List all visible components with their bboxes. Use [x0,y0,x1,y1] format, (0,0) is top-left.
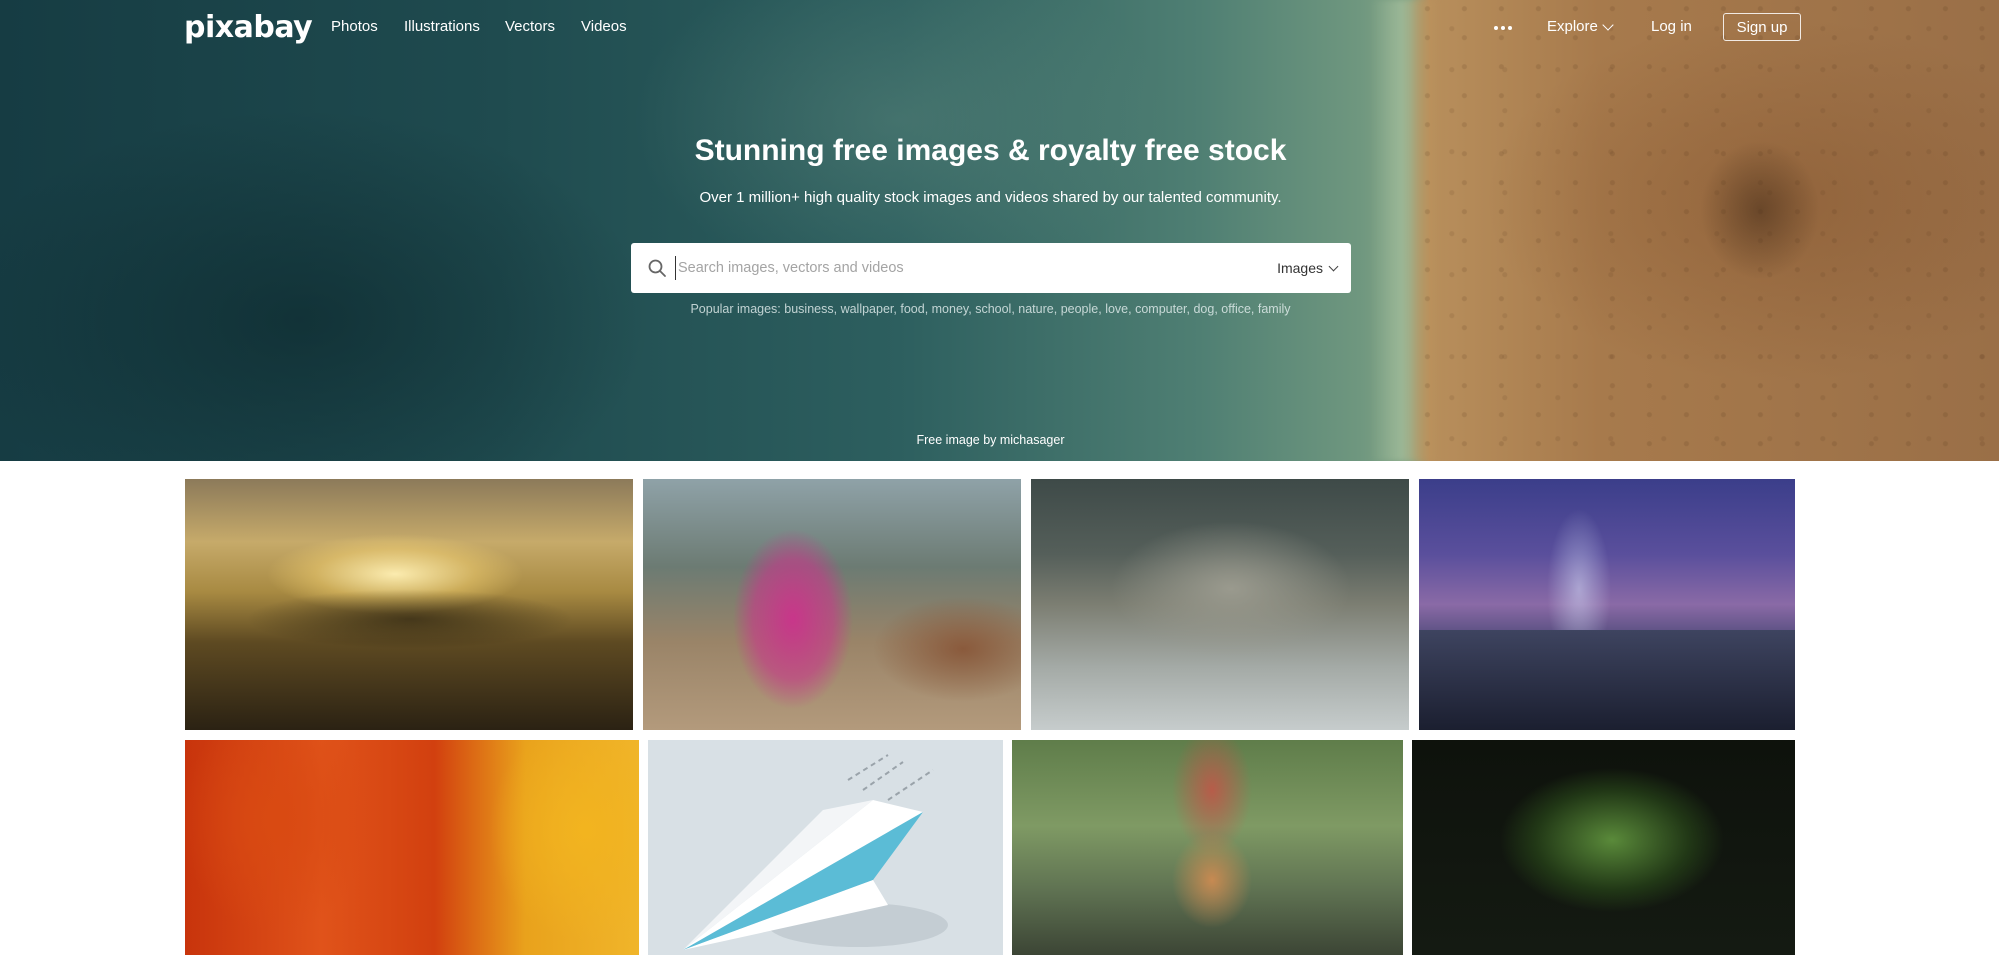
pixabay-logo[interactable]: pixabay [184,10,313,45]
nav-link-illustrations[interactable]: Illustrations [404,18,480,35]
hero-subtitle: Over 1 million+ high quality stock image… [699,189,1282,206]
image-tile[interactable] [648,740,1003,955]
popular-tag[interactable]: office [1221,302,1251,316]
hero-image-credit[interactable]: Free image by michasager [0,433,1981,447]
image-tile[interactable] [643,479,1021,730]
nav-link-vectors[interactable]: Vectors [505,18,555,35]
search-input[interactable] [675,256,1235,280]
paper-plane-illustration [683,754,948,950]
search-type-label: Images [1277,260,1323,276]
popular-tag[interactable]: family [1258,302,1291,316]
hero-title: Stunning free images & royalty free stoc… [694,134,1287,167]
popular-tag[interactable]: business [784,302,833,316]
popular-tag[interactable]: love [1105,302,1128,316]
nav-link-photos[interactable]: Photos [331,18,378,35]
image-tile[interactable] [1012,740,1403,955]
signup-button[interactable]: Sign up [1723,13,1801,41]
search-bar: Images [631,243,1351,293]
top-nav: pixabay Photos Illustrations Vectors Vid… [0,0,1999,56]
popular-label: Popular images: [690,302,781,316]
search-type-select[interactable]: Images [1277,260,1339,276]
login-link[interactable]: Log in [1651,18,1692,35]
popular-tag[interactable]: people [1061,302,1099,316]
explore-label: Explore [1547,18,1598,35]
nav-link-videos[interactable]: Videos [581,18,627,35]
popular-tags: Popular images: business, wallpaper, foo… [690,302,1291,316]
popular-tag[interactable]: food [900,302,924,316]
popular-tag[interactable]: school [975,302,1011,316]
image-tile[interactable] [1031,479,1409,730]
popular-tag[interactable]: nature [1018,302,1053,316]
popular-tag[interactable]: dog [1193,302,1214,316]
image-tile[interactable] [185,740,639,955]
image-tile[interactable] [185,479,633,730]
search-icon[interactable] [647,258,667,278]
popular-tag[interactable]: computer [1135,302,1186,316]
hero-banner: pixabay Photos Illustrations Vectors Vid… [0,0,1999,461]
chevron-down-icon [1328,261,1339,271]
popular-tag[interactable]: wallpaper [841,302,894,316]
chevron-down-icon [1602,18,1614,31]
image-tile[interactable] [1419,479,1795,730]
explore-menu[interactable]: Explore [1547,18,1614,35]
more-dots-icon[interactable] [1494,26,1512,30]
image-tile[interactable] [1412,740,1795,955]
popular-tag[interactable]: money [932,302,969,316]
